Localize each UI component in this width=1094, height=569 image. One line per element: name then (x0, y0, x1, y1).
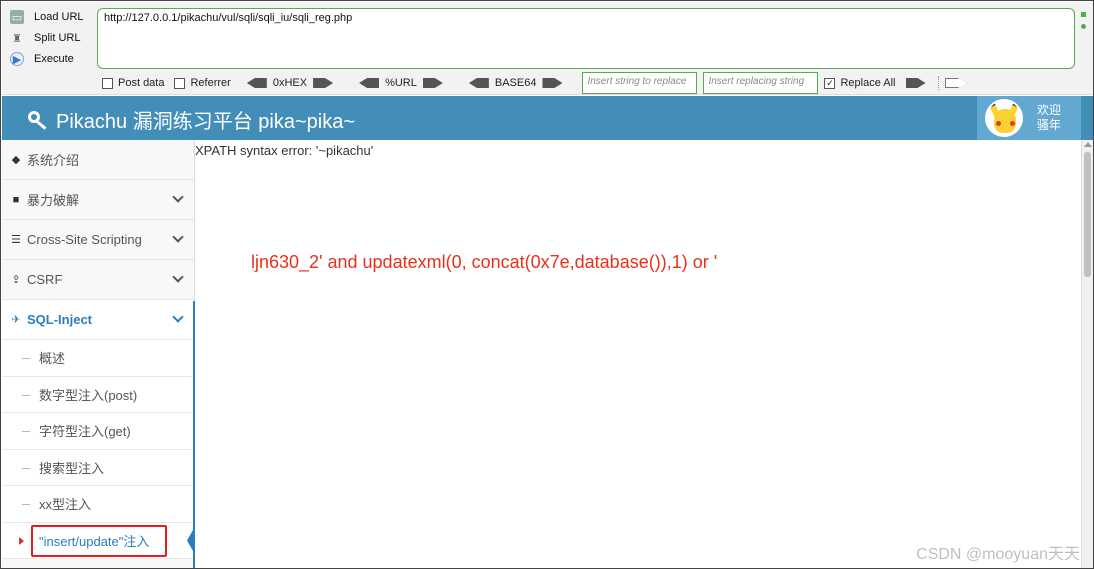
main-content: XPATH syntax error: '~pikachu' ljn630_2'… (195, 140, 1081, 568)
key-icon (28, 109, 50, 131)
replacing-string-input[interactable]: Insert replacing string (703, 72, 819, 94)
sidebar-item-brute-force[interactable]: ■ 暴力破解 (2, 180, 194, 220)
execute-icon: ▶ (10, 52, 24, 66)
execute-button[interactable]: ▶ Execute (10, 50, 74, 68)
separator (937, 76, 939, 90)
dot-round (1081, 24, 1086, 29)
url-encode-arrow-icon[interactable] (422, 78, 443, 88)
sub-item-overview[interactable]: 概述 (2, 340, 194, 377)
welcome-text: 欢迎 骚年 (1037, 103, 1062, 132)
scroll-up-arrow-icon[interactable] (1084, 142, 1092, 147)
replace-all-checkbox[interactable]: ✓ Replace All (824, 77, 896, 89)
pikachu-avatar (985, 99, 1023, 137)
load-url-icon: ▭ (10, 10, 24, 24)
sidebar-item-sql-inject[interactable]: ✈ SQL-Inject (2, 300, 194, 340)
base64-encoder: BASE64 (463, 77, 569, 89)
split-url-icon: ♜ (12, 32, 22, 45)
chevron-down-icon (172, 231, 184, 243)
dot-square (1081, 12, 1086, 17)
watermark: CSDN @mooyuan天天 (916, 546, 1080, 563)
checkbox-box[interactable] (174, 77, 186, 89)
hex-encode-arrow-icon[interactable] (313, 78, 334, 88)
sub-item-search-injection[interactable]: 搜索型注入 (2, 449, 194, 486)
tags-icon: ◆ (11, 154, 21, 166)
sidebar-item-xss[interactable]: ☰ Cross-Site Scripting (2, 220, 194, 260)
sub-item-numeric-injection[interactable]: 数字型注入(post) (2, 376, 194, 413)
post-data-checkbox[interactable]: Post data (102, 77, 164, 89)
referrer-checkbox[interactable]: Referrer (174, 77, 231, 89)
load-url-button[interactable]: ▭ Load URL (10, 8, 84, 26)
checkbox-checked[interactable]: ✓ (824, 77, 836, 89)
chevron-down-icon (172, 311, 184, 323)
split-url-button[interactable]: ♜ Split URL (10, 29, 80, 47)
sidebar: ◆ 系统介绍 ■ 暴力破解 ☰ Cross-Site Scripting ⇪ C… (2, 140, 195, 568)
browser-window: ▭ Load URL ♜ Split URL ▶ Execute http://… (0, 0, 1094, 569)
scroll-thumb[interactable] (1084, 152, 1091, 277)
sidebar-item-intro[interactable]: ◆ 系统介绍 (2, 140, 194, 180)
sidebar-item-csrf[interactable]: ⇪ CSRF (2, 260, 194, 300)
chevron-down-icon (172, 191, 184, 203)
plane-icon: ✈ (11, 314, 21, 326)
hex-encoder: 0xHEX (241, 77, 339, 89)
share-icon: ⇪ (11, 274, 21, 286)
list-icon: ☰ (11, 234, 21, 246)
sub-item-xx-injection[interactable]: xx型注入 (2, 486, 194, 523)
url-textarea[interactable]: http://127.0.0.1/pikachu/vul/sqli/sqli_i… (97, 8, 1075, 69)
sub-item-string-injection[interactable]: 字符型注入(get) (2, 413, 194, 450)
highlight-box (31, 524, 167, 557)
hex-decode-arrow-icon[interactable] (246, 78, 267, 88)
payload-annotation: ljn630_2' and updatexml(0, concat(0x7e,d… (251, 252, 718, 272)
checkbox-box[interactable] (102, 77, 113, 89)
site-title: Pikachu 漏洞练习平台 pika~pika~ (56, 111, 356, 133)
site-brand[interactable]: Pikachu 漏洞练习平台 pika~pika~ (28, 105, 355, 134)
insert-string-input[interactable]: Insert string to replace (582, 72, 698, 94)
base64-encode-arrow-icon[interactable] (542, 78, 563, 88)
vertical-scrollbar[interactable] (1081, 140, 1093, 568)
replace-arrow-icon[interactable] (905, 78, 926, 88)
replace-next-arrow-icon[interactable] (944, 78, 967, 88)
error-message: XPATH syntax error: '~pikachu' (195, 143, 374, 158)
url-decode-arrow-icon[interactable] (359, 78, 380, 88)
site-header: Pikachu 漏洞练习平台 pika~pika~ 欢迎 骚年 (2, 96, 1093, 140)
hackbar-options: Post data Referrer 0xHEX %URL BASE64 Ins… (102, 72, 967, 94)
sub-item-insert-update-injection[interactable]: "insert/update"注入 (2, 522, 195, 559)
base64-decode-arrow-icon[interactable] (468, 78, 489, 88)
resize-handle[interactable] (1081, 12, 1087, 36)
url-encoder: %URL (353, 77, 449, 89)
user-menu[interactable]: 欢迎 骚年 (977, 96, 1081, 140)
caret-right-icon (19, 536, 24, 545)
lock-icon: ■ (12, 193, 20, 206)
hackbar-toolbar: ▭ Load URL ♜ Split URL ▶ Execute http://… (2, 2, 1093, 95)
chevron-down-icon (172, 271, 184, 283)
